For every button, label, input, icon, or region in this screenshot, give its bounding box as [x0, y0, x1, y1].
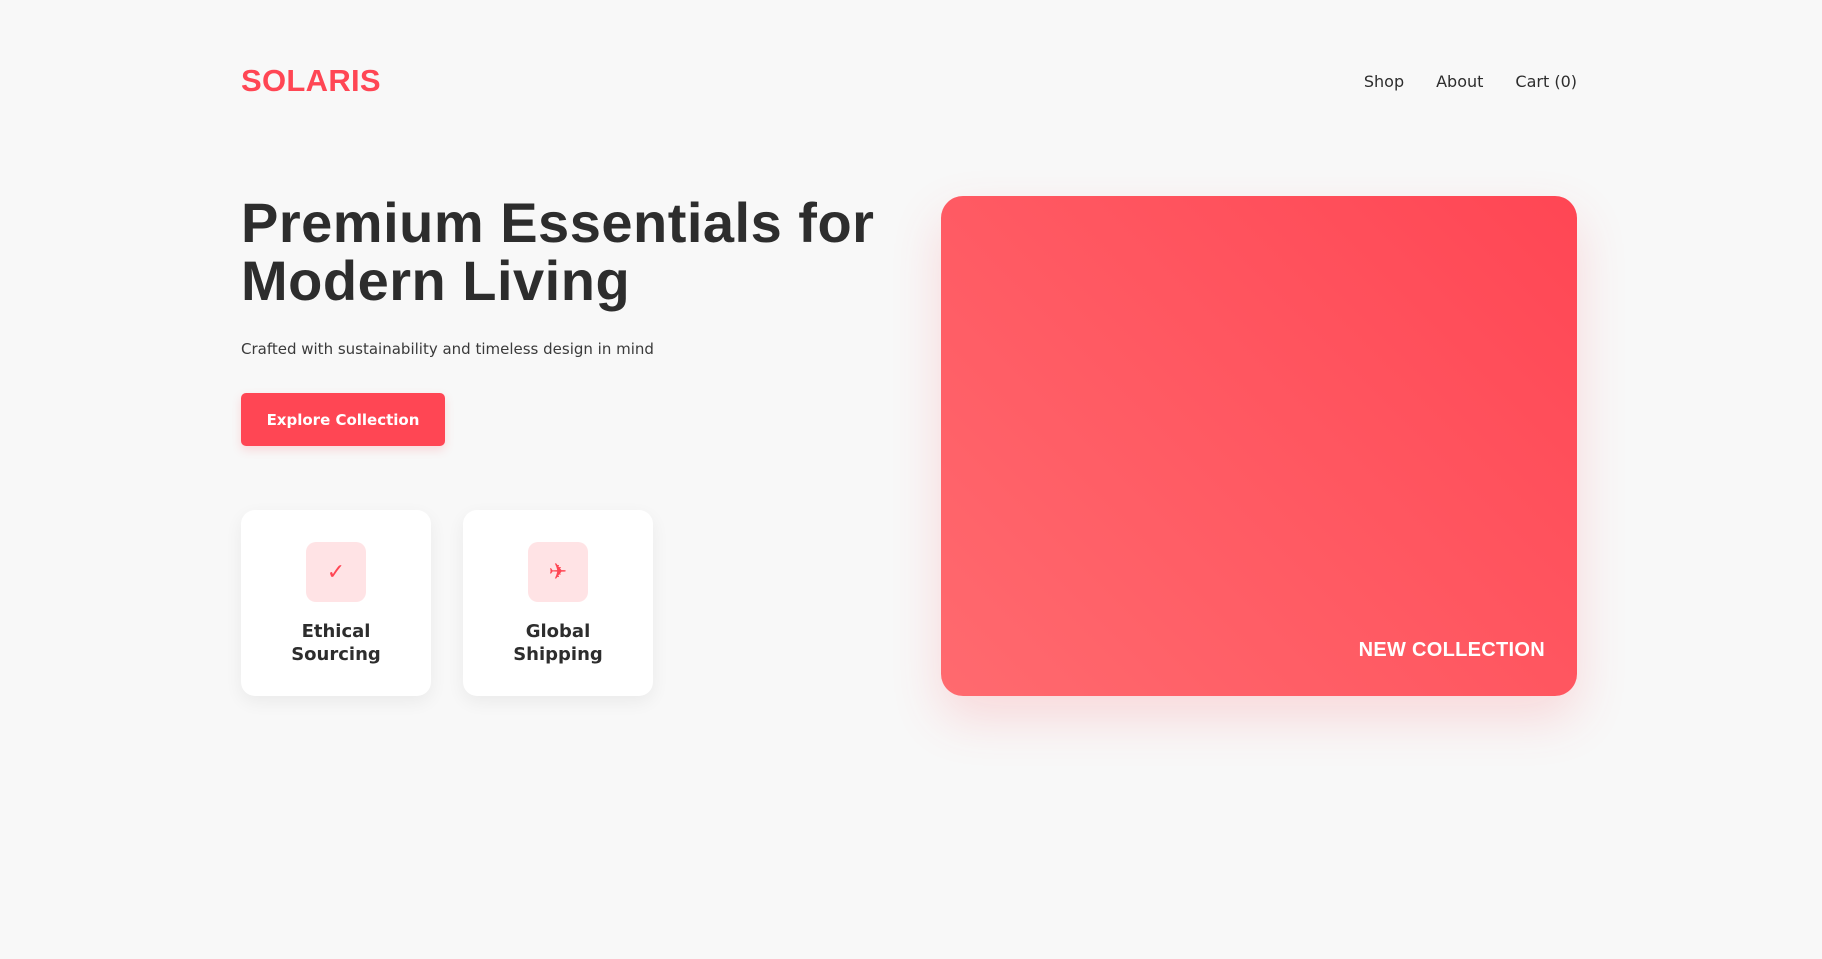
check-icon: ✓	[306, 542, 366, 602]
feature-label: Global Shipping	[513, 621, 603, 665]
nav-shop-link[interactable]: Shop	[1364, 72, 1404, 91]
site-header: SOLARIS Shop About Cart (0)	[241, 62, 1577, 100]
hero-title-line-2: Modern Living	[241, 249, 631, 312]
logo[interactable]: SOLARIS	[241, 63, 381, 99]
new-collection-label: NEW COLLECTION	[1358, 639, 1545, 661]
page: SOLARIS Shop About Cart (0) Premium Esse…	[0, 0, 1822, 959]
feature-card-global-shipping: ✈ Global Shipping	[463, 510, 653, 696]
airplane-icon: ✈	[528, 542, 588, 602]
feature-cards: ✓ Ethical Sourcing ✈ Global Shipping	[241, 510, 653, 696]
main-nav: Shop About Cart (0)	[1364, 72, 1577, 91]
hero-title-line-1: Premium Essentials for	[241, 191, 875, 254]
hero-title: Premium Essentials for Modern Living	[241, 194, 881, 310]
new-collection-visual[interactable]: NEW COLLECTION	[941, 196, 1577, 696]
hero-subtitle: Crafted with sustainability and timeless…	[241, 340, 654, 358]
feature-card-ethical-sourcing: ✓ Ethical Sourcing	[241, 510, 431, 696]
nav-about-link[interactable]: About	[1436, 72, 1483, 91]
explore-collection-button[interactable]: Explore Collection	[241, 393, 445, 446]
feature-label: Ethical Sourcing	[291, 621, 381, 665]
nav-cart-link[interactable]: Cart (0)	[1515, 72, 1577, 91]
